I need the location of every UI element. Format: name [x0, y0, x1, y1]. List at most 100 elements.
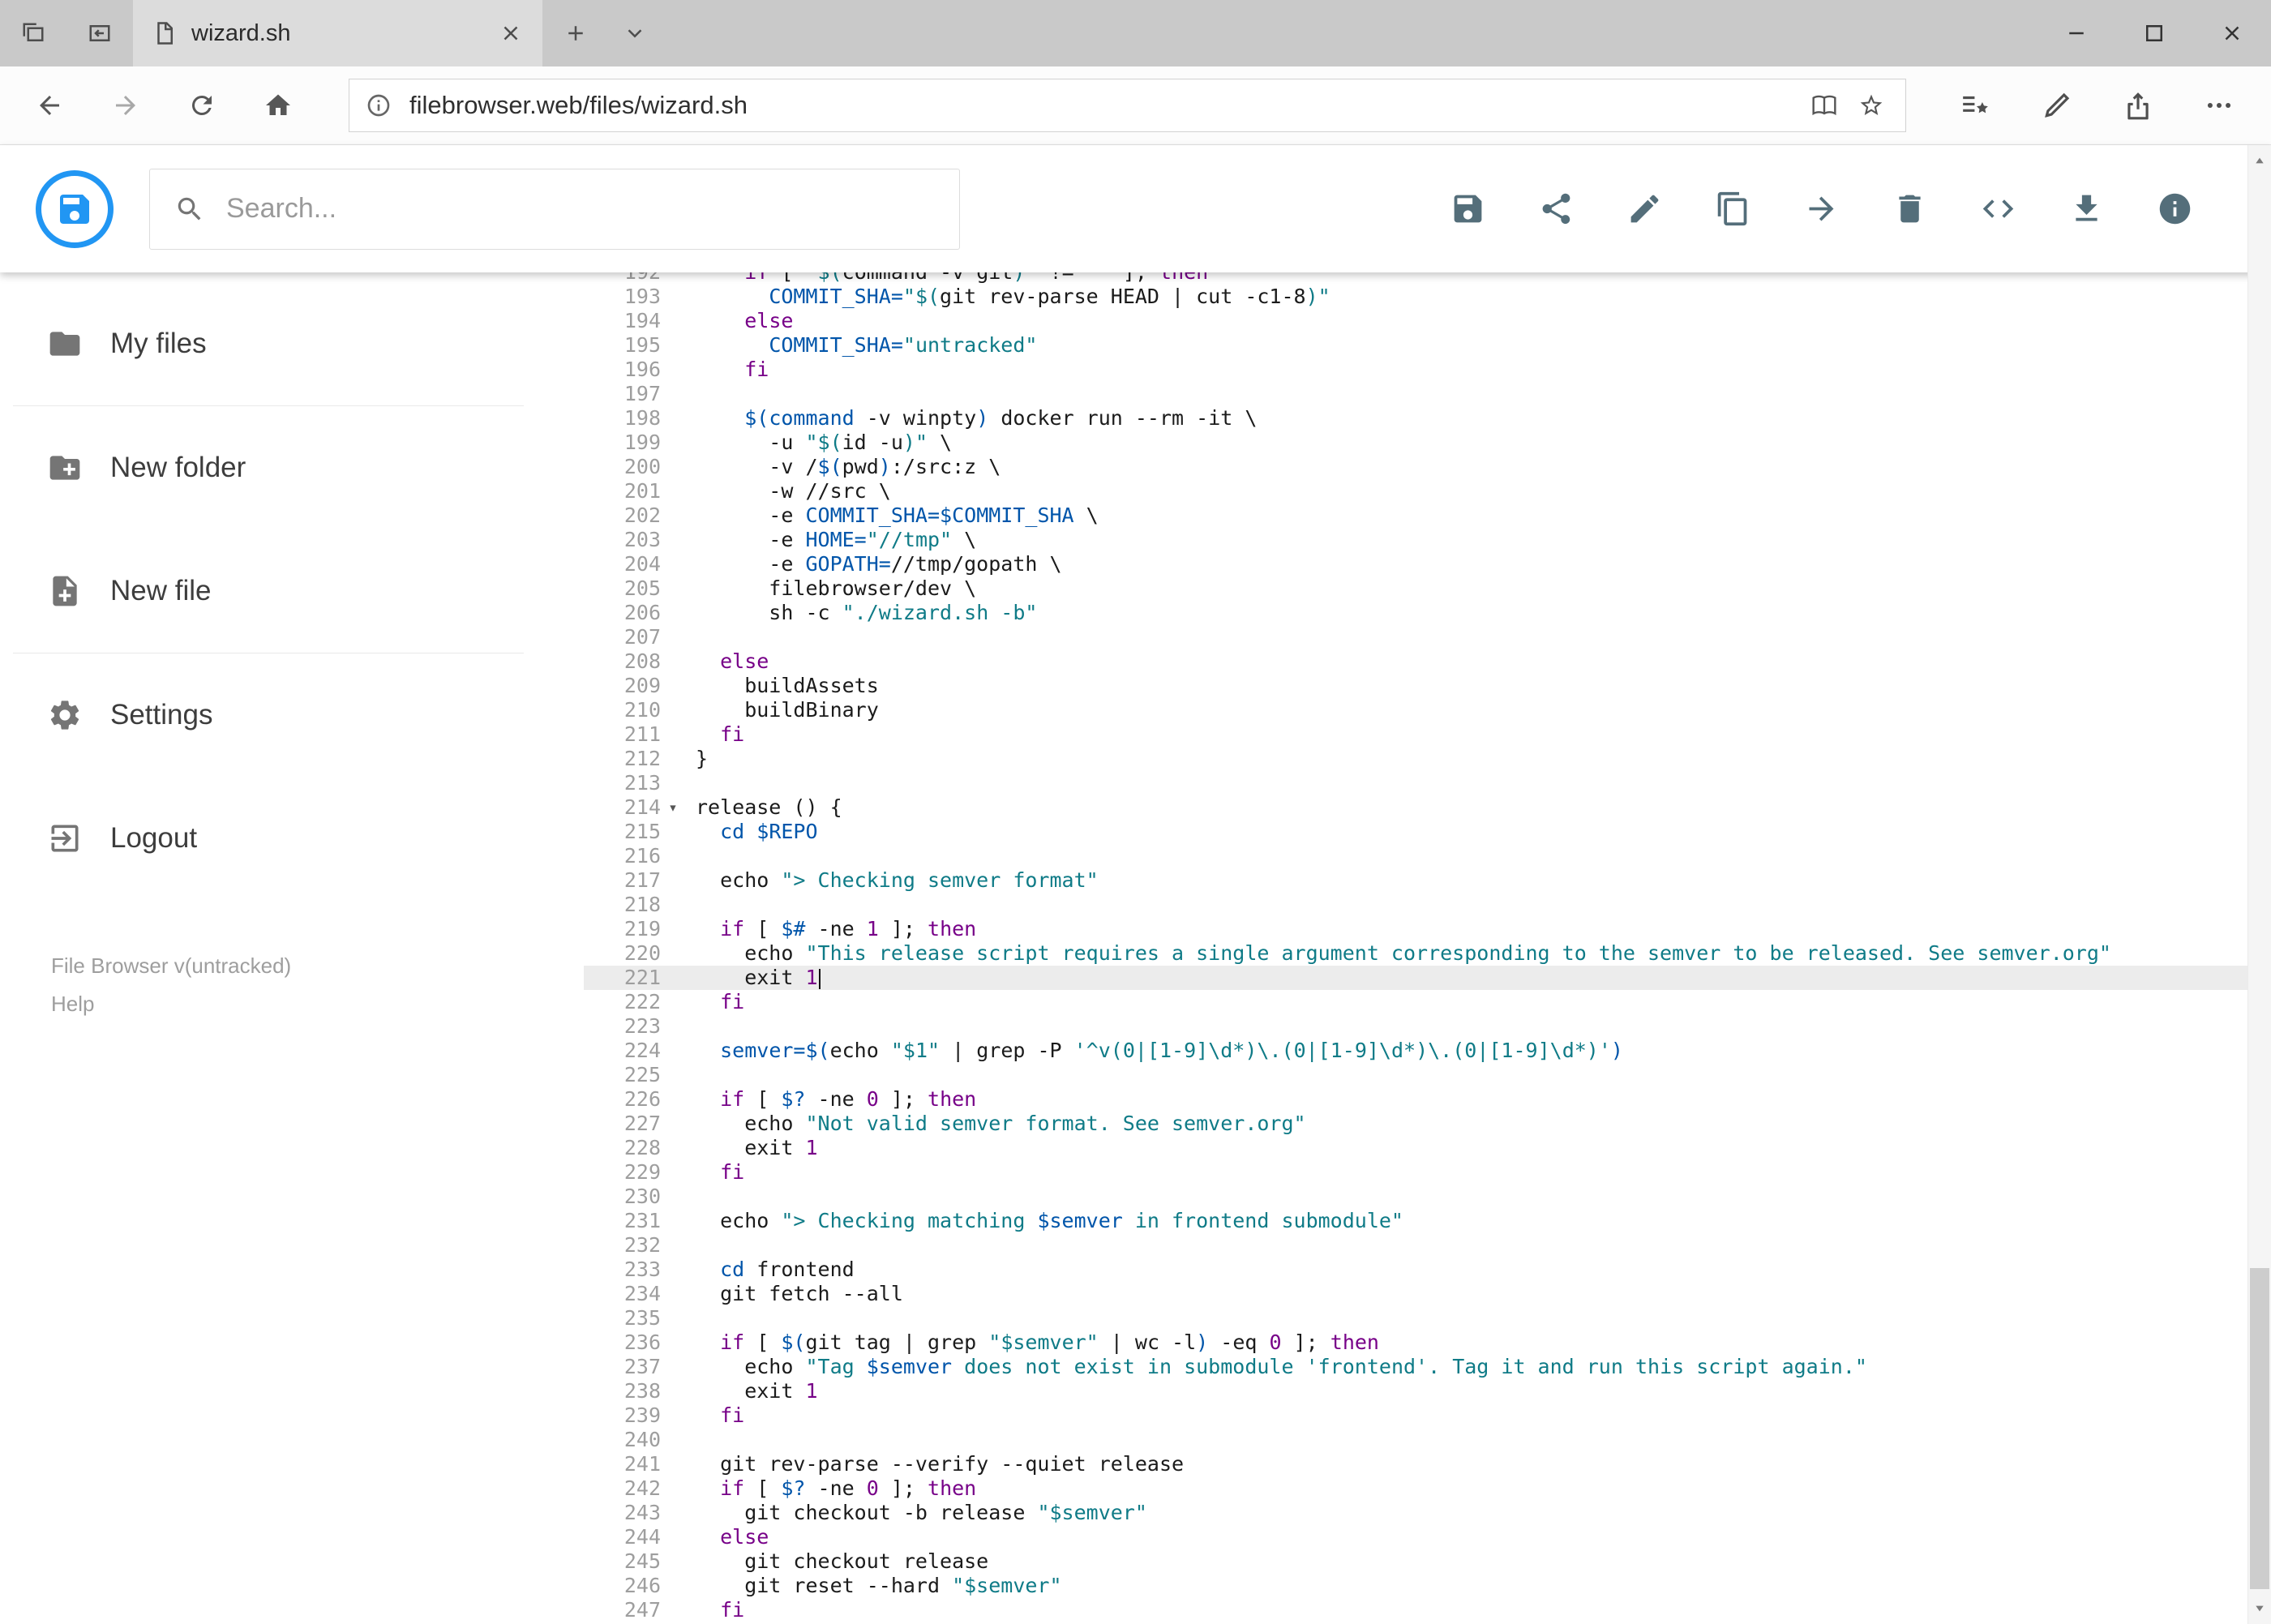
code-line-224[interactable]: 224 semver=$(echo "$1" | grep -P '^v(0|[… [584, 1039, 2271, 1063]
code-line-230[interactable]: 230 [584, 1185, 2271, 1209]
code-line-235[interactable]: 235 [584, 1306, 2271, 1330]
code-line-208[interactable]: 208 else [584, 649, 2271, 674]
code-line-205[interactable]: 205 filebrowser/dev \ [584, 576, 2271, 601]
favorite-star-icon[interactable] [1858, 92, 1884, 118]
code-editor[interactable]: 192 if [ "$(command -v git)" != "" ]; th… [584, 272, 2271, 1624]
edit-button[interactable] [1626, 191, 1663, 227]
code-line-243[interactable]: 243 git checkout -b release "$semver" [584, 1501, 2271, 1525]
code-line-244[interactable]: 244 else [584, 1525, 2271, 1549]
code-line-236[interactable]: 236 if [ $(git tag | grep "$semver" | wc… [584, 1330, 2271, 1355]
maximize-button[interactable] [2115, 0, 2193, 66]
web-note-button[interactable] [2016, 66, 2097, 145]
forward-button[interactable] [88, 66, 164, 145]
code-line-246[interactable]: 246 git reset --hard "$semver" [584, 1574, 2271, 1598]
filebrowser-logo[interactable] [36, 169, 114, 248]
code-line-214[interactable]: 214 ▾ release () { [584, 795, 2271, 820]
info-button[interactable] [2157, 191, 2193, 227]
refresh-button[interactable] [164, 66, 240, 145]
search-box[interactable] [149, 168, 960, 250]
code-line-211[interactable]: 211 fi [584, 722, 2271, 747]
hub-button[interactable] [1935, 66, 2016, 145]
tab-preview-toggle-button[interactable] [609, 0, 661, 66]
code-line-193[interactable]: 193 COMMIT_SHA="$(git rev-parse HEAD | c… [584, 285, 2271, 309]
copy-button[interactable] [1715, 191, 1751, 227]
code-line-239[interactable]: 239 fi [584, 1403, 2271, 1428]
set-tabs-aside-button[interactable] [0, 0, 66, 66]
code-line-225[interactable]: 225 [584, 1063, 2271, 1087]
code-line-207[interactable]: 207 [584, 625, 2271, 649]
url-text[interactable]: filebrowser.web/files/wizard.sh [409, 91, 1811, 120]
tab-close-icon[interactable] [499, 21, 523, 45]
reading-view-icon[interactable] [1811, 92, 1837, 118]
save-button[interactable] [1450, 191, 1486, 227]
more-options-button[interactable] [2179, 66, 2260, 145]
code-line-238[interactable]: 238 exit 1 [584, 1379, 2271, 1403]
code-line-213[interactable]: 213 [584, 771, 2271, 795]
code-line-212[interactable]: 212} [584, 747, 2271, 771]
code-line-196[interactable]: 196 fi [584, 358, 2271, 382]
download-button[interactable] [2068, 191, 2105, 227]
code-line-201[interactable]: 201 -w //src \ [584, 479, 2271, 503]
help-link[interactable]: Help [51, 992, 584, 1017]
code-line-200[interactable]: 200 -v /$(pwd):/src:z \ [584, 455, 2271, 479]
move-button[interactable] [1803, 191, 1840, 227]
code-line-199[interactable]: 199 -u "$(id -u)" \ [584, 431, 2271, 455]
sidebar-item-my-files[interactable]: My files [0, 282, 584, 405]
code-line-195[interactable]: 195 COMMIT_SHA="untracked" [584, 333, 2271, 358]
code-line-233[interactable]: 233 cd frontend [584, 1258, 2271, 1282]
back-button[interactable] [11, 66, 88, 145]
code-line-192[interactable]: 192 if [ "$(command -v git)" != "" ]; th… [584, 272, 2271, 285]
code-line-231[interactable]: 231 echo "> Checking matching $semver in… [584, 1209, 2271, 1233]
share-file-button[interactable] [1538, 191, 1575, 227]
code-line-204[interactable]: 204 -e GOPATH=//tmp/gopath \ [584, 552, 2271, 576]
vertical-scrollbar[interactable] [2247, 145, 2271, 1624]
fold-marker-icon[interactable]: ▾ [661, 795, 685, 820]
code-line-209[interactable]: 209 buildAssets [584, 674, 2271, 698]
sidebar-item-new-file[interactable]: New file [0, 529, 584, 653]
code-line-218[interactable]: 218 [584, 893, 2271, 917]
code-line-220[interactable]: 220 echo "This release script requires a… [584, 941, 2271, 966]
scroll-down-button[interactable] [2248, 1593, 2271, 1624]
code-line-219[interactable]: 219 if [ $# -ne 1 ]; then [584, 917, 2271, 941]
sidebar-item-logout[interactable]: Logout [0, 777, 584, 900]
home-button[interactable] [240, 66, 316, 145]
code-line-228[interactable]: 228 exit 1 [584, 1136, 2271, 1160]
tabs-set-aside-list-button[interactable] [66, 0, 133, 66]
code-line-215[interactable]: 215 cd $REPO [584, 820, 2271, 844]
scrollbar-thumb[interactable] [2250, 1268, 2269, 1589]
code-line-198[interactable]: 198 $(command -v winpty) docker run --rm… [584, 406, 2271, 431]
code-line-194[interactable]: 194 else [584, 309, 2271, 333]
code-line-210[interactable]: 210 buildBinary [584, 698, 2271, 722]
minimize-button[interactable] [2037, 0, 2115, 66]
code-line-240[interactable]: 240 [584, 1428, 2271, 1452]
code-line-216[interactable]: 216 [584, 844, 2271, 868]
code-line-222[interactable]: 222 fi [584, 990, 2271, 1014]
code-line-203[interactable]: 203 -e HOME="//tmp" \ [584, 528, 2271, 552]
code-line-221[interactable]: 221 exit 1 [584, 966, 2271, 990]
code-line-245[interactable]: 245 git checkout release [584, 1549, 2271, 1574]
code-line-217[interactable]: 217 echo "> Checking semver format" [584, 868, 2271, 893]
delete-button[interactable] [1892, 191, 1928, 227]
scroll-up-button[interactable] [2248, 145, 2271, 176]
code-line-247[interactable]: 247 fi [584, 1598, 2271, 1622]
code-line-237[interactable]: 237 echo "Tag $semver does not exist in … [584, 1355, 2271, 1379]
address-bar[interactable]: filebrowser.web/files/wizard.sh [349, 79, 1906, 132]
tab-wizard-sh[interactable]: wizard.sh [133, 0, 542, 66]
code-line-227[interactable]: 227 echo "Not valid semver format. See s… [584, 1112, 2271, 1136]
search-input[interactable] [226, 193, 935, 225]
code-line-202[interactable]: 202 -e COMMIT_SHA=$COMMIT_SHA \ [584, 503, 2271, 528]
share-button[interactable] [2097, 66, 2179, 145]
code-line-197[interactable]: 197 [584, 382, 2271, 406]
code-line-242[interactable]: 242 if [ $? -ne 0 ]; then [584, 1476, 2271, 1501]
sidebar-item-settings[interactable]: Settings [0, 653, 584, 777]
site-info-icon[interactable] [366, 92, 392, 118]
close-window-button[interactable] [2193, 0, 2271, 66]
code-line-232[interactable]: 232 [584, 1233, 2271, 1258]
source-code-button[interactable] [1980, 191, 2016, 227]
sidebar-item-new-folder[interactable]: New folder [0, 406, 584, 529]
code-line-234[interactable]: 234 git fetch --all [584, 1282, 2271, 1306]
code-line-229[interactable]: 229 fi [584, 1160, 2271, 1185]
code-line-223[interactable]: 223 [584, 1014, 2271, 1039]
code-line-241[interactable]: 241 git rev-parse --verify --quiet relea… [584, 1452, 2271, 1476]
new-tab-button[interactable] [542, 0, 609, 66]
